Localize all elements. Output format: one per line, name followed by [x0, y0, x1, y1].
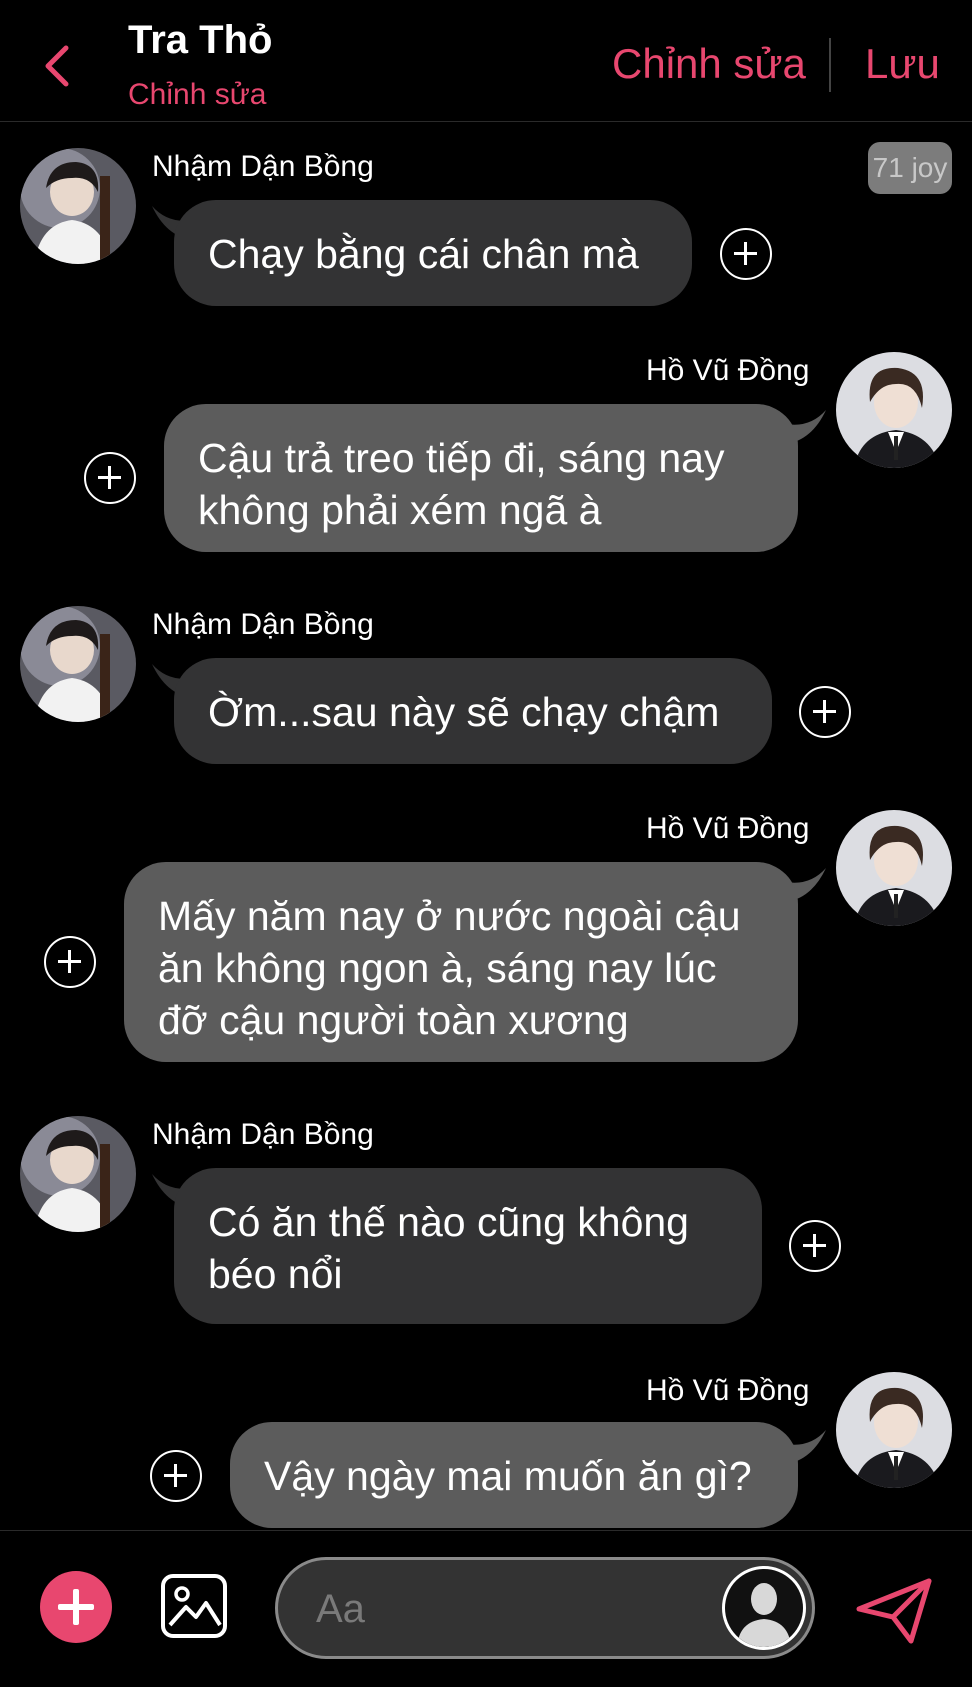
react-plus-button[interactable]	[150, 1450, 202, 1502]
message-bubble[interactable]: Mấy năm nay ở nước ngoài cậu ăn không ng…	[124, 862, 798, 1062]
sender-name: Nhậm Dận Bồng	[152, 150, 374, 183]
avatar-sender-right[interactable]	[836, 1372, 952, 1488]
avatar-sender-right[interactable]	[836, 352, 952, 468]
header-divider	[829, 38, 831, 92]
message-input-wrapper	[275, 1557, 815, 1659]
chat-header: Tra Thỏ Chỉnh sửa Chỉnh sửa Lưu	[0, 0, 972, 122]
message-bubble[interactable]: Có ăn thế nào cũng không béo nổi	[174, 1168, 762, 1324]
joy-count-badge: 71 joy	[868, 142, 952, 194]
back-chevron-icon[interactable]	[38, 42, 74, 90]
chat-subtitle[interactable]: Chỉnh sửa	[128, 78, 267, 112]
send-paper-plane-icon[interactable]	[855, 1577, 935, 1647]
message-bubble[interactable]: Ờm...sau này sẽ chạy chậm	[174, 658, 772, 764]
avatar-sender-right[interactable]	[836, 810, 952, 926]
sender-name: Hồ Vũ Đồng	[646, 354, 810, 387]
profile-silhouette-icon[interactable]	[722, 1566, 806, 1650]
chat-title: Tra Thỏ	[128, 18, 273, 62]
add-plus-button[interactable]	[40, 1571, 112, 1643]
sender-name: Hồ Vũ Đồng	[646, 812, 810, 845]
react-plus-button[interactable]	[789, 1220, 841, 1272]
sender-name: Nhậm Dận Bồng	[152, 1118, 374, 1151]
message-bubble[interactable]: Chạy bằng cái chân mà	[174, 200, 692, 306]
message-bubble[interactable]: Vậy ngày mai muốn ăn gì?	[230, 1422, 798, 1528]
sender-name: Nhậm Dận Bồng	[152, 608, 374, 641]
save-button[interactable]: Lưu	[865, 40, 940, 88]
avatar-sender-left[interactable]	[20, 1116, 136, 1232]
avatar-sender-left[interactable]	[20, 606, 136, 722]
react-plus-button[interactable]	[799, 686, 851, 738]
react-plus-button[interactable]	[44, 936, 96, 988]
react-plus-button[interactable]	[720, 228, 772, 280]
composer-bar	[0, 1530, 972, 1687]
avatar-sender-left[interactable]	[20, 148, 136, 264]
message-list[interactable]: 71 joy Nhậm Dận Bồng Chạy bằng cái chân …	[0, 122, 972, 1530]
react-plus-button[interactable]	[84, 452, 136, 504]
edit-button[interactable]: Chỉnh sửa	[612, 40, 806, 88]
image-gallery-icon[interactable]	[160, 1573, 228, 1639]
sender-name: Hồ Vũ Đồng	[646, 1374, 810, 1407]
message-input[interactable]	[314, 1580, 698, 1638]
message-bubble[interactable]: Cậu trả treo tiếp đi, sáng nay không phả…	[164, 404, 798, 552]
